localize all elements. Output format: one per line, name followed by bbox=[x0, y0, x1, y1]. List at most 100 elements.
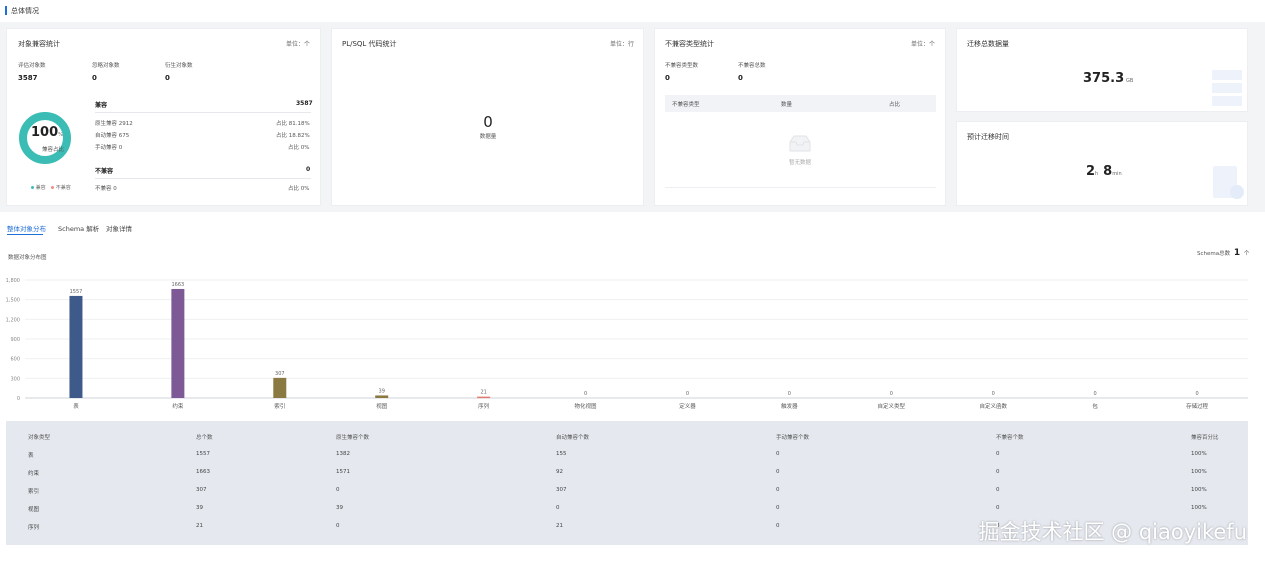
table-cell: 100% bbox=[1191, 487, 1207, 493]
table-header-cell: 手动兼容个数 bbox=[776, 435, 810, 441]
compat-row-auto: 自动兼容 675 bbox=[95, 133, 130, 139]
x-tick-label: 索引 bbox=[274, 402, 285, 410]
tab-schema-analysis[interactable]: Schema 解析 bbox=[58, 223, 99, 233]
bar-value-label: 0 bbox=[1195, 391, 1198, 397]
ring-caption: 兼容占比 bbox=[42, 147, 65, 153]
bar[interactable] bbox=[375, 395, 389, 398]
y-tick-label: 1,200 bbox=[6, 317, 20, 323]
table-cell: 0 bbox=[776, 505, 780, 511]
y-tick-label: 900 bbox=[10, 337, 20, 343]
table-cell: 21 bbox=[556, 523, 563, 529]
table-cell: 39 bbox=[196, 505, 203, 511]
x-tick-label: 自定义类型 bbox=[878, 402, 906, 410]
table-header-cell: 对象类型 bbox=[28, 435, 51, 441]
bar-value-label: 307 bbox=[275, 371, 285, 377]
table-cell: 1382 bbox=[336, 451, 350, 457]
watermark-text: 掘金技术社区 @ qiaoyikefu bbox=[978, 520, 1247, 544]
table-cell: 1663 bbox=[196, 469, 210, 475]
incompat-group-label: 不兼容 bbox=[95, 168, 114, 175]
migrate-value-wrap: 375.3 GB bbox=[1083, 71, 1133, 86]
x-tick-label: 触发器 bbox=[781, 402, 798, 410]
table-cell: 1571 bbox=[336, 469, 350, 475]
table-cell: 0 bbox=[556, 505, 560, 511]
compat-row-native-ratio: 占比 81.18% bbox=[276, 121, 310, 127]
incompat-types-count-value: 0 bbox=[665, 74, 670, 82]
incompat-divider bbox=[95, 178, 311, 179]
table-cell: 39 bbox=[336, 505, 343, 511]
x-tick-label: 定义器 bbox=[679, 402, 696, 410]
incompat-group-total: 0 bbox=[306, 166, 311, 173]
time-hours-unit: h bbox=[1095, 171, 1099, 177]
compat-row-manual: 手动兼容 0 bbox=[95, 145, 123, 151]
table-cell: 0 bbox=[776, 469, 780, 475]
table-cell: 0 bbox=[996, 469, 1000, 475]
table-cell: 表 bbox=[28, 453, 34, 459]
table-cell: 92 bbox=[556, 469, 563, 475]
y-tick-label: 1,800 bbox=[6, 278, 20, 284]
migrate-unit: GB bbox=[1126, 78, 1134, 84]
time-minutes-unit: min bbox=[1112, 171, 1122, 177]
bar-value-label: 0 bbox=[992, 391, 995, 397]
table-cell: 21 bbox=[196, 523, 203, 529]
table-cell: 307 bbox=[196, 487, 207, 493]
table-cell: 0 bbox=[996, 505, 1000, 511]
bar-value-label: 39 bbox=[379, 388, 385, 394]
bar-value-label: 0 bbox=[788, 391, 791, 397]
bar-value-label: 0 bbox=[890, 391, 893, 397]
compat-divider bbox=[95, 112, 311, 113]
incompat-total-value: 0 bbox=[738, 74, 743, 82]
plsql-caption: 数据量 bbox=[479, 134, 497, 140]
incompat-types-unit: 单位：个 bbox=[911, 41, 936, 48]
table-cell: 307 bbox=[556, 487, 567, 493]
time-minutes: 8 bbox=[1103, 164, 1113, 179]
tab-overall-distribution[interactable]: 整体对象分布 bbox=[7, 223, 46, 233]
database-illustration-icon bbox=[1212, 70, 1242, 106]
incompat-empty-text: 暂无数据 bbox=[788, 160, 811, 166]
table-cell: 1557 bbox=[196, 451, 210, 457]
schema-count-unit: 个 bbox=[1243, 251, 1250, 257]
legend-label-compat: 兼容 bbox=[35, 185, 46, 191]
incompat-col-count: 数量 bbox=[781, 102, 793, 108]
bar-value-label: 0 bbox=[584, 391, 587, 397]
compat-group-label: 兼容 bbox=[95, 102, 108, 109]
schema-count-label: Schema总数 bbox=[1197, 251, 1231, 257]
bar-value-label: 1557 bbox=[70, 289, 83, 295]
active-tab-underline bbox=[7, 234, 43, 235]
stat-label-ignore: 忽略对象数 bbox=[92, 63, 120, 69]
incompat-row-ratio: 占比 0% bbox=[288, 186, 310, 192]
x-tick-label: 序列 bbox=[478, 402, 490, 410]
x-tick-label: 存储过程 bbox=[1186, 402, 1209, 410]
migrate-card-title: 迁移总数据量 bbox=[967, 40, 1009, 48]
schema-count-value: 1 bbox=[1233, 248, 1241, 258]
incompat-types-card bbox=[654, 28, 946, 206]
table-header-cell: 自动兼容个数 bbox=[556, 435, 590, 441]
bar-value-label: 0 bbox=[686, 391, 689, 397]
table-cell: 0 bbox=[776, 487, 780, 493]
bar[interactable] bbox=[69, 295, 83, 398]
stat-value-eval: 3587 bbox=[18, 74, 38, 82]
table-header-cell: 兼容百分比 bbox=[1191, 435, 1219, 441]
table-cell: 序列 bbox=[28, 525, 40, 531]
compat-card-unit: 单位：个 bbox=[286, 41, 311, 48]
empty-inbox-icon bbox=[789, 135, 811, 152]
chart-title: 数据对象分布图 bbox=[8, 255, 47, 261]
bar[interactable] bbox=[273, 377, 287, 398]
compat-row-native: 原生兼容 2912 bbox=[95, 121, 133, 127]
y-tick-label: 0 bbox=[17, 396, 20, 402]
legend-dot-compat bbox=[31, 186, 34, 189]
bar[interactable] bbox=[171, 288, 185, 398]
x-tick-label: 物化视图 bbox=[575, 402, 598, 410]
tab-object-details[interactable]: 对象详情 bbox=[106, 223, 132, 233]
schema-count: Schema总数 1 个 bbox=[1197, 248, 1249, 258]
stat-label-eval: 评估对象数 bbox=[18, 63, 46, 69]
legend-label-incompat: 不兼容 bbox=[55, 185, 71, 191]
table-cell: 100% bbox=[1191, 451, 1207, 457]
time-hours: 2 bbox=[1086, 164, 1096, 179]
ring-legend: 兼容 不兼容 bbox=[31, 184, 71, 191]
x-tick-label: 自定义函数 bbox=[979, 402, 1007, 410]
table-cell: 约束 bbox=[28, 471, 40, 477]
table-cell: 155 bbox=[556, 451, 567, 457]
table-cell: 100% bbox=[1191, 505, 1207, 511]
bar[interactable] bbox=[477, 396, 491, 399]
compat-row-auto-ratio: 占比 18.82% bbox=[276, 133, 310, 139]
